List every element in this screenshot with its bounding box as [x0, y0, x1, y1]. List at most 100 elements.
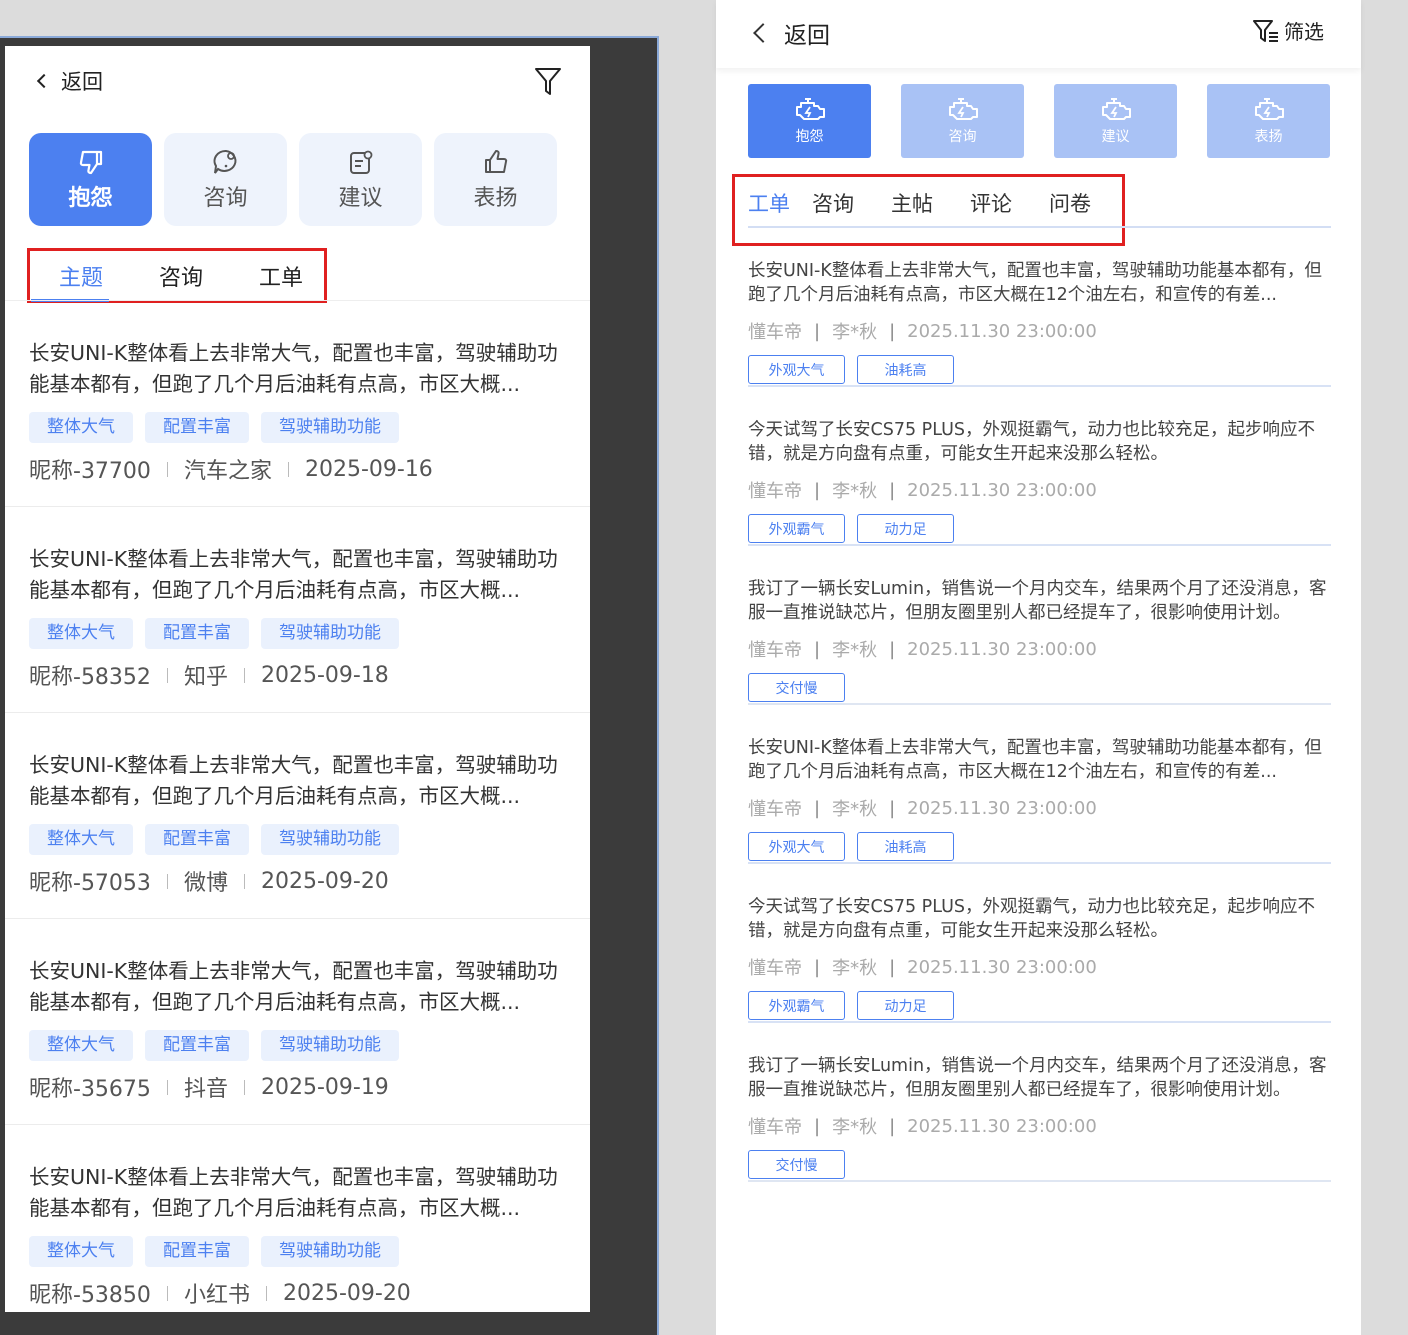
separator: | [889, 320, 896, 342]
separator: | [889, 1115, 896, 1137]
right-category-complaint[interactable]: 抱怨 [748, 84, 871, 158]
list-item[interactable]: 长安UNI-K整体看上去非常大气，配置也丰富，驾驶辅助功能基本都有，但跑了几个月… [5, 507, 590, 713]
item-datetime: 2025.11.30 23:00:00 [907, 638, 1097, 660]
separator [166, 667, 168, 683]
item-meta: 懂车帝 | 李*秋 | 2025.11.30 23:00:00 [748, 318, 1331, 344]
tag: 驾驶辅助功能 [261, 412, 399, 443]
item-text: 今天试驾了长安CS75 PLUS，外观挺霸气，动力也比较充足，起步响应不错，就是… [748, 420, 1316, 464]
item-tags: 整体大气 配置丰富 驾驶辅助功能 [29, 824, 566, 855]
tag: 交付慢 [748, 1150, 845, 1179]
tag: 驾驶辅助功能 [261, 1236, 399, 1267]
tag: 驾驶辅助功能 [261, 824, 399, 855]
tag: 外观大气 [748, 355, 845, 384]
item-meta: 昵称-58352 知乎 2025-09-18 [29, 659, 566, 691]
separator: | [889, 797, 896, 819]
list-item[interactable]: 长安UNI-K整体看上去非常大气，配置也丰富，驾驶辅助功能基本都有，但跑了几个月… [5, 301, 590, 507]
list-item[interactable]: 长安UNI-K整体看上去非常大气，配置也丰富，驾驶辅助功能基本都有，但跑了几个月… [5, 713, 590, 919]
tag: 配置丰富 [145, 824, 249, 855]
item-author: 李*秋 [832, 1117, 878, 1138]
item-tags: 整体大气 配置丰富 驾驶辅助功能 [29, 618, 566, 649]
separator: | [814, 956, 821, 978]
right-tab-comment[interactable]: 评论 [970, 188, 1012, 218]
left-back-button[interactable]: 返回 [35, 66, 103, 96]
item-source: 抖音 [183, 1077, 228, 1102]
list-item[interactable]: 我订了一辆长安Lumin，销售说一个月内交车，结果两个月了还没消息，客服一直推说… [748, 1023, 1331, 1182]
list-item[interactable]: 长安UNI-K整体看上去非常大气，配置也丰富，驾驶辅助功能基本都有，但跑了几个月… [748, 705, 1331, 864]
item-meta: 昵称-35675 抖音 2025-09-19 [29, 1071, 566, 1103]
tag: 驾驶辅助功能 [261, 1030, 399, 1061]
tag: 整体大气 [29, 824, 133, 855]
left-category-buttons: 抱怨 咨询 建议 表扬 [29, 133, 557, 226]
item-source: 懂车帝 [748, 1117, 802, 1138]
item-meta: 昵称-57053 微博 2025-09-20 [29, 865, 566, 897]
item-datetime: 2025.11.30 23:00:00 [907, 956, 1097, 978]
left-tab-topic[interactable]: 主题 [31, 252, 131, 302]
suggestion-note-icon [349, 150, 372, 174]
right-feedback-list: 长安UNI-K整体看上去非常大气，配置也丰富，驾驶辅助功能基本都有，但跑了几个月… [748, 228, 1331, 1182]
filter-icon[interactable] [534, 66, 562, 96]
left-category-label: 抱怨 [68, 185, 113, 211]
list-item[interactable]: 我订了一辆长安Lumin，销售说一个月内交车，结果两个月了还没消息，客服一直推说… [748, 546, 1331, 705]
separator [166, 461, 168, 477]
question-chat-icon [213, 149, 236, 174]
left-tab-ticket[interactable]: 工单 [231, 252, 331, 302]
item-date: 2025-09-20 [260, 868, 389, 894]
item-text: 长安UNI-K整体看上去非常大气，配置也丰富，驾驶辅助功能基本都有，但跑了几个月… [29, 753, 558, 808]
left-category-label: 咨询 [203, 185, 248, 211]
engine-icon [948, 98, 978, 120]
item-meta: 昵称-53850 小红书 2025-09-20 [29, 1277, 566, 1309]
tag: 动力足 [857, 514, 954, 543]
item-text: 长安UNI-K整体看上去非常大气，配置也丰富，驾驶辅助功能基本都有，但跑了几个月… [748, 738, 1322, 782]
item-author: 李*秋 [832, 958, 878, 979]
list-item[interactable]: 今天试驾了长安CS75 PLUS，外观挺霸气，动力也比较充足，起步响应不错，就是… [748, 387, 1331, 546]
list-item[interactable]: 长安UNI-K整体看上去非常大气，配置也丰富，驾驶辅助功能基本都有，但跑了几个月… [5, 919, 590, 1125]
separator: | [814, 797, 821, 819]
engine-icon [1254, 98, 1284, 120]
item-tags: 整体大气 配置丰富 驾驶辅助功能 [29, 412, 566, 443]
right-category-praise[interactable]: 表扬 [1207, 84, 1330, 158]
left-tabs: 主题 咨询 工单 [31, 252, 331, 302]
item-datetime: 2025.11.30 23:00:00 [907, 1115, 1097, 1137]
tag: 整体大气 [29, 412, 133, 443]
tag: 配置丰富 [145, 1030, 249, 1061]
right-tab-main-post[interactable]: 主帖 [891, 188, 933, 218]
left-category-consult[interactable]: 咨询 [164, 133, 287, 226]
right-category-suggestion[interactable]: 建议 [1054, 84, 1177, 158]
right-tabs: 工单 咨询 主帖 评论 问卷 [748, 188, 1128, 218]
left-back-label: 返回 [61, 70, 103, 94]
right-category-buttons: 抱怨 咨询 建议 表扬 [748, 84, 1330, 158]
right-tab-consult[interactable]: 咨询 [812, 188, 854, 218]
left-category-complaint[interactable]: 抱怨 [29, 133, 152, 226]
list-item[interactable]: 今天试驾了长安CS75 PLUS，外观挺霸气，动力也比较充足，起步响应不错，就是… [748, 864, 1331, 1023]
thumbs-down-icon [79, 150, 102, 174]
right-back-button[interactable]: 返回 [750, 16, 830, 50]
separator [166, 873, 168, 889]
item-author: 李*秋 [832, 799, 878, 820]
item-datetime: 2025.11.30 23:00:00 [907, 479, 1097, 501]
tag: 配置丰富 [145, 1236, 249, 1267]
left-category-suggestion[interactable]: 建议 [299, 133, 422, 226]
filter-button[interactable]: 筛选 [1252, 16, 1324, 45]
left-category-praise[interactable]: 表扬 [434, 133, 557, 226]
right-category-label: 建议 [1101, 129, 1130, 145]
item-text: 我订了一辆长安Lumin，销售说一个月内交车，结果两个月了还没消息，客服一直推说… [748, 579, 1327, 623]
right-tab-survey[interactable]: 问卷 [1049, 188, 1091, 218]
separator: | [814, 320, 821, 342]
item-nickname: 昵称-57053 [29, 871, 151, 896]
list-item[interactable]: 长安UNI-K整体看上去非常大气，配置也丰富，驾驶辅助功能基本都有，但跑了几个月… [748, 228, 1331, 387]
tag: 配置丰富 [145, 412, 249, 443]
item-text: 我订了一辆长安Lumin，销售说一个月内交车，结果两个月了还没消息，客服一直推说… [748, 1056, 1327, 1100]
item-source: 汽车之家 [183, 459, 272, 484]
list-item[interactable]: 长安UNI-K整体看上去非常大气，配置也丰富，驾驶辅助功能基本都有，但跑了几个月… [5, 1125, 590, 1312]
item-meta: 懂车帝 | 李*秋 | 2025.11.30 23:00:00 [748, 795, 1331, 821]
right-category-consult[interactable]: 咨询 [901, 84, 1024, 158]
separator: | [814, 638, 821, 660]
item-meta: 懂车帝 | 李*秋 | 2025.11.30 23:00:00 [748, 1113, 1331, 1139]
right-tab-ticket[interactable]: 工单 [748, 188, 790, 218]
item-date: 2025-09-19 [260, 1074, 389, 1100]
item-datetime: 2025.11.30 23:00:00 [907, 797, 1097, 819]
filter-list-icon [1253, 19, 1278, 42]
item-source: 懂车帝 [748, 640, 802, 661]
item-date: 2025-09-20 [282, 1280, 411, 1306]
left-tab-consult[interactable]: 咨询 [131, 252, 231, 302]
